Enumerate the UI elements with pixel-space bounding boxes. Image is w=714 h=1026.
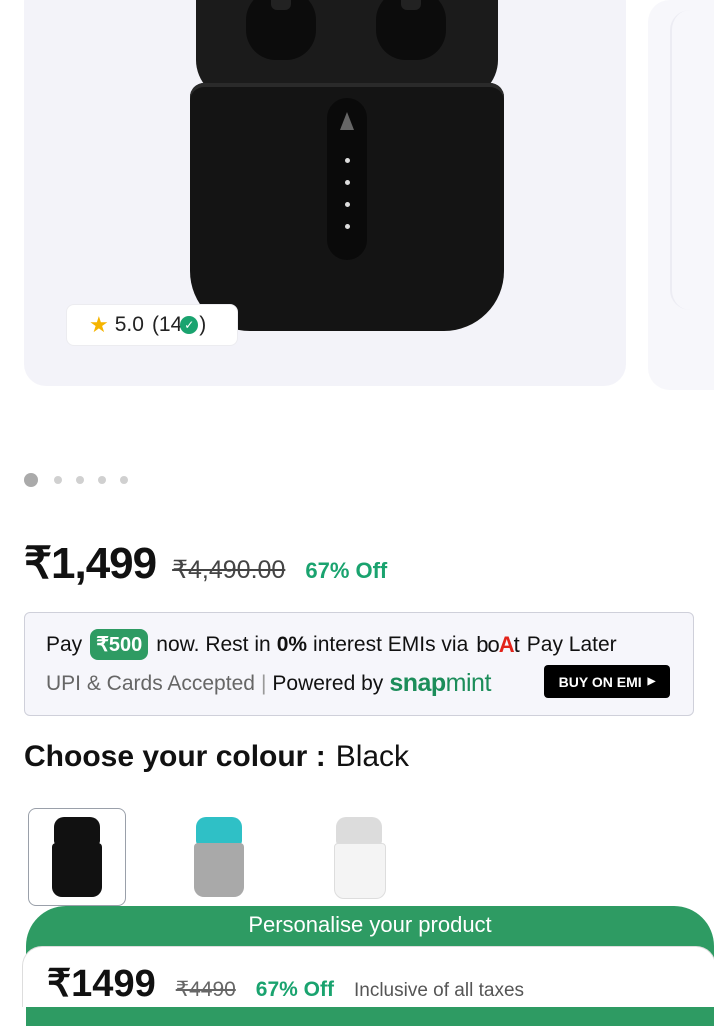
emi-zero-percent: 0%: [276, 632, 308, 656]
colour-swatch-black[interactable]: [28, 808, 126, 906]
review-count: (14: [151, 313, 183, 336]
personalise-label[interactable]: Personalise your product: [0, 912, 714, 938]
verified-icon: ✓: [180, 316, 199, 334]
star-icon: ★: [89, 312, 109, 337]
carousel-dot[interactable]: [24, 473, 38, 487]
upi-cards-text: UPI & Cards Accepted: [46, 671, 255, 695]
selected-colour: Black: [335, 740, 410, 773]
review-count-close: ): [199, 313, 207, 336]
emi-interest-text: interest EMIs via: [313, 632, 469, 656]
sticky-price: ₹1499: [47, 963, 156, 1005]
next-image-peek[interactable]: [648, 0, 714, 390]
carousel-dot[interactable]: [76, 476, 84, 484]
separator: |: [260, 671, 267, 695]
carousel-dot[interactable]: [98, 476, 106, 484]
emi-offer-box: Pay ₹500 now. Rest in 0% interest EMIs v…: [24, 612, 694, 716]
mrp-price: ₹4,490.00: [172, 556, 286, 584]
snapmint-logo: snapmint: [389, 669, 491, 697]
boat-brand-logo: boAt: [476, 631, 520, 657]
emi-pay-text: Pay: [46, 632, 83, 656]
earbuds-case-image: [190, 83, 504, 331]
tax-note: Inclusive of all taxes: [353, 980, 525, 1001]
selling-price: ₹1,499: [24, 539, 157, 588]
colour-heading: Choose your colour : Black: [24, 740, 410, 773]
pay-later-text: Pay Later: [526, 632, 617, 656]
sticky-price-bar: ₹1499 ₹4490 67% Off Inclusive of all tax…: [22, 946, 714, 1007]
emi-rest-text: now. Rest in: [156, 632, 271, 656]
boat-logo-icon: [340, 112, 354, 130]
product-image-carousel[interactable]: ★ 5.0 (14 ✓ ): [24, 0, 626, 386]
emi-amount-badge: ₹500: [90, 629, 149, 660]
colour-swatch-white[interactable]: [310, 808, 408, 906]
colour-swatch-teal[interactable]: [170, 808, 268, 906]
sticky-mrp: ₹4490: [175, 978, 236, 1001]
carousel-dots[interactable]: [24, 473, 142, 487]
powered-by-text: Powered by: [272, 671, 384, 695]
sticky-discount: 67% Off: [255, 978, 334, 1001]
chevron-right-icon: ▶: [647, 676, 656, 687]
rating-badge[interactable]: ★ 5.0 (14 ✓ ): [66, 304, 238, 346]
carousel-dot[interactable]: [54, 476, 62, 484]
rating-score: 5.0: [114, 313, 144, 336]
buy-on-emi-button[interactable]: BUY ON EMI ▶: [544, 665, 670, 698]
price-row: ₹1,499 ₹4,490.00 67% Off: [24, 538, 387, 589]
discount-label: 67% Off: [305, 558, 388, 583]
carousel-dot[interactable]: [120, 476, 128, 484]
